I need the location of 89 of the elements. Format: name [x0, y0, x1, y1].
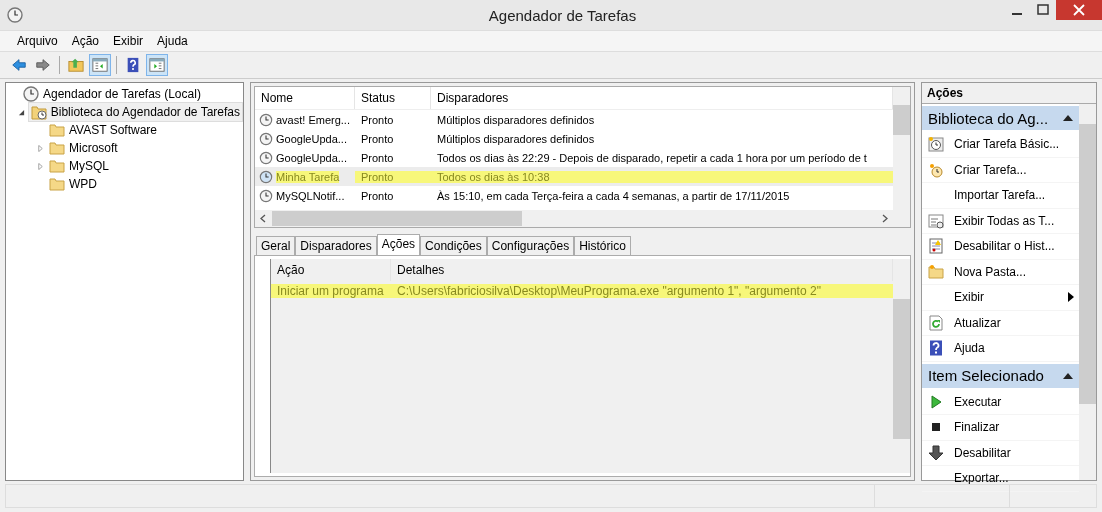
down-arrow-icon: [928, 444, 944, 461]
task-row[interactable]: MySQLNotif... Pronto Às 15:10, em cada Terça-feira a cada 4 semanas, a partir de 17/11/2015: [255, 186, 893, 205]
clock-icon: [259, 169, 273, 184]
task-row[interactable]: GoogleUpda... Pronto Todos os dias às 22:29 - Depois de disparado, repetir a cada 1 hora por um período de t: [255, 148, 893, 167]
task-name: avast! Emerg...: [276, 113, 350, 126]
section-title: Item Selecionado: [928, 367, 1044, 384]
task-triggers: Múltiplos disparadores definidos: [436, 132, 596, 145]
collapse-arrow-icon[interactable]: [18, 108, 26, 116]
section-header[interactable]: Item Selecionado: [922, 363, 1079, 388]
clock-icon: [23, 86, 39, 102]
menu-item[interactable]: Ajuda: [150, 34, 195, 48]
vertical-scrollbar[interactable]: [893, 87, 910, 227]
arrow-right-icon: [35, 57, 51, 73]
action-item[interactable]: Desabilitar o Hist...: [922, 234, 1079, 260]
tab[interactable]: Geral: [256, 236, 296, 255]
task-row[interactable]: avast! Emerg... Pronto Múltiplos disparadores definidos: [255, 110, 893, 129]
action-item[interactable]: Criar Tarefa Básic...: [922, 132, 1079, 158]
panel-right-icon: [149, 57, 165, 73]
help-icon: [928, 340, 944, 357]
task-status: Pronto: [360, 132, 395, 145]
tree-item[interactable]: Agendador de Tarefas (Local): [20, 84, 204, 104]
task-triggers: Às 15:10, em cada Terça-feira a cada 4 semanas, a partir de 17/11/2015: [436, 189, 791, 202]
task-triggers: Todos os dias às 10:38: [431, 170, 893, 183]
log-icon: [928, 238, 944, 255]
action-item[interactable]: Desabilitar: [922, 440, 1079, 466]
clock-icon: [259, 112, 273, 127]
tree-item[interactable]: AVAST Software: [46, 120, 161, 140]
tree-item[interactable]: Microsoft: [46, 138, 121, 158]
section-header[interactable]: Biblioteca do Ag...: [922, 106, 1079, 130]
action-item[interactable]: Ajuda: [922, 336, 1079, 362]
horizontal-scrollbar[interactable]: [255, 210, 893, 227]
clock-icon: [259, 188, 273, 203]
vertical-scrollbar[interactable]: [893, 259, 910, 473]
show-tree-button[interactable]: [89, 54, 111, 76]
task-status: Pronto: [360, 189, 395, 202]
task-triggers: Todos os dias às 22:29 - Depois de disparado, repetir a cada 1 hora por um período de t: [436, 151, 868, 164]
task-name: MySQLNotif...: [276, 189, 345, 202]
folder-clock-icon: [30, 104, 47, 120]
folder-up-icon: [68, 57, 84, 73]
refresh-icon: [928, 314, 944, 331]
help-icon: [125, 57, 141, 73]
task-triggers: Múltiplos disparadores definidos: [436, 113, 596, 126]
folder-icon: [49, 140, 65, 156]
folder-icon: [928, 263, 944, 280]
column-header[interactable]: Ação: [271, 259, 391, 281]
clock-icon: [259, 131, 273, 146]
task-status: Pronto: [360, 113, 395, 126]
play-icon: [928, 393, 944, 410]
close-button[interactable]: [1056, 0, 1102, 20]
tab[interactable]: Histórico: [574, 236, 631, 255]
action-item[interactable]: Exportar...: [922, 466, 1079, 492]
clock-icon: [259, 150, 273, 165]
tree-item[interactable]: Biblioteca do Agendador de Tarefas: [27, 102, 243, 122]
column-header[interactable]: Status: [355, 87, 431, 109]
action-item[interactable]: Criar Tarefa...: [922, 157, 1079, 183]
action-details: C:\Users\fabriciosilva\Desktop\MeuPrograma.exe "argumento 1", "argumento 2": [391, 284, 893, 298]
pane-title: Ações: [922, 83, 1096, 104]
action-item[interactable]: Exibir Todas as T...: [922, 208, 1079, 234]
tab[interactable]: Ações: [376, 234, 421, 255]
menu-item[interactable]: Ação: [64, 34, 107, 48]
menu-item[interactable]: Arquivo: [10, 34, 65, 48]
clock-icon: [928, 161, 944, 178]
action-type: Iniciar um programa: [271, 284, 391, 298]
task-status: Pronto: [360, 151, 395, 164]
folder-icon: [49, 176, 65, 192]
arrow-left-icon: [11, 57, 27, 73]
submenu-arrow-icon: [1068, 292, 1074, 303]
folder-icon: [49, 158, 65, 174]
vertical-scrollbar[interactable]: [1079, 104, 1096, 480]
action-item[interactable]: Nova Pasta...: [922, 259, 1079, 285]
column-header[interactable]: Nome: [255, 87, 355, 109]
menu-item[interactable]: Exibir: [106, 34, 151, 48]
tab[interactable]: Configurações: [486, 236, 575, 255]
task-name: GoogleUpda...: [276, 132, 347, 145]
list-icon: [928, 212, 944, 229]
clock-icon: [928, 136, 944, 153]
window-title: Agendador de Tarefas: [487, 6, 637, 24]
tree-item[interactable]: WPD: [46, 174, 100, 194]
show-actions-button[interactable]: [146, 54, 168, 76]
task-name: GoogleUpda...: [276, 151, 347, 164]
task-row[interactable]: GoogleUpda... Pronto Múltiplos disparadores definidos: [255, 129, 893, 148]
panel-left-icon: [92, 57, 108, 73]
clock-icon: [7, 7, 23, 23]
tree-item[interactable]: MySQL: [46, 156, 112, 176]
tab[interactable]: Condições: [420, 236, 487, 255]
action-item[interactable]: Atualizar: [922, 310, 1079, 336]
tab[interactable]: Disparadores: [295, 236, 377, 255]
task-status: Pronto: [355, 170, 431, 183]
section-title: Biblioteca do Ag...: [928, 109, 1049, 127]
